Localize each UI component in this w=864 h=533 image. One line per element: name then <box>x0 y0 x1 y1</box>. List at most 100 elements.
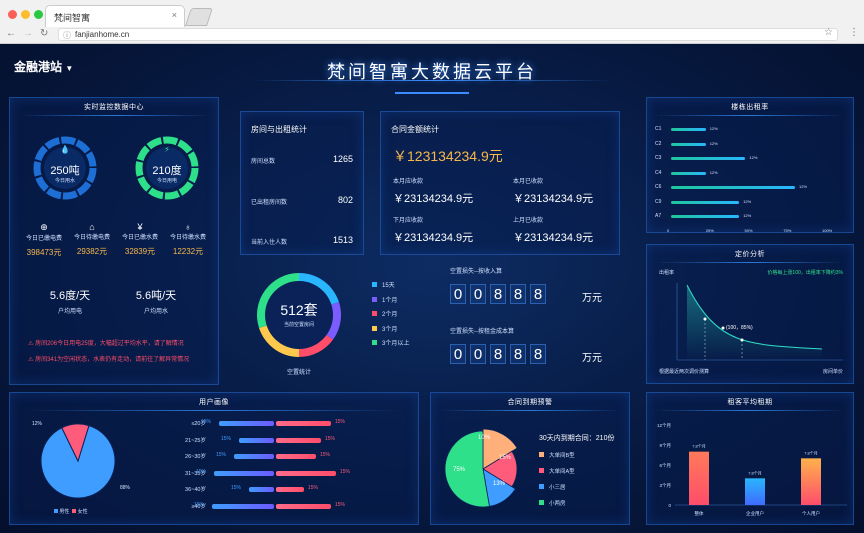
menu-kebab-icon[interactable]: ⋮ <box>849 27 859 38</box>
water-label: 今日用水 <box>54 178 75 184</box>
female-bar <box>276 437 321 443</box>
browser-tab[interactable]: 梵间智寓 × <box>45 5 185 27</box>
contract-title: 合同金额统计 <box>391 125 439 134</box>
lease-bar-label: 7.8个月 <box>804 450 818 455</box>
vacancy-center-value: 512套 <box>280 302 318 318</box>
lease-category-label: 企业用户 <box>746 510 764 517</box>
back-arrow-icon[interactable]: ← <box>6 28 16 39</box>
address-bar[interactable]: ⓘ fanjianhome.cn <box>58 28 838 41</box>
building-value-label: 12% <box>709 140 718 146</box>
building-name: C9 <box>655 198 662 205</box>
lease-category-label: 个人用户 <box>802 510 820 517</box>
lease-bar <box>745 478 765 505</box>
building-bar <box>671 215 740 218</box>
counter-digit: 8 <box>490 284 506 304</box>
male-value: 15% <box>216 452 227 458</box>
legend-swatch <box>539 468 544 473</box>
building-axis-tick: 25% <box>705 228 714 233</box>
gender-legend: 男性 女性 <box>54 508 88 515</box>
contract-item-value: ￥23134234.9元 <box>393 232 474 244</box>
room-row-label: 房间总数 <box>251 159 276 165</box>
contract-item-value: ￥23134234.9元 <box>513 193 594 205</box>
lease-bar-label: 7.8个月 <box>692 444 706 449</box>
lease-bar <box>689 451 709 505</box>
legend-label: 大单间A型 <box>549 469 575 475</box>
building-name: A7 <box>655 213 662 219</box>
search-money-icon: ⊕ <box>40 222 48 232</box>
building-name: C2 <box>655 140 662 147</box>
water-drop-icon: 💧 <box>60 145 70 154</box>
pricing-xlabel-right: 房间单价 <box>822 369 843 375</box>
legend-swatch <box>372 296 377 302</box>
building-value-label: 12% <box>799 184 808 189</box>
monitor-panel: 实时监控数据中心 💧 250吨 今日用水 ⚡ 210度 今日用电 ⊕ 今日已缴电费… <box>9 97 219 385</box>
male-value: 15% <box>221 435 232 442</box>
url-text: fanjianhome.cn <box>75 30 130 39</box>
room-row-value: 1513 <box>332 235 353 245</box>
users-title: 用户画像 <box>10 397 418 411</box>
water-drop-outline-icon: ♁ <box>184 222 192 232</box>
alert-item[interactable]: ⚠ 房间341为空闲状态，水表仍有走动，请前往了解异常情况 <box>28 354 189 363</box>
close-tab-icon[interactable]: × <box>172 10 177 20</box>
pricing-xlabel-left: 根据最近两次调价测算 <box>659 369 710 375</box>
legend-item: 3个月以上 <box>372 338 409 347</box>
legend-label: 2个月 <box>382 312 398 318</box>
room-row-value: 1265 <box>332 154 353 164</box>
expiry-pie-label: 10% <box>478 435 491 441</box>
building-bar <box>671 171 706 175</box>
male-value: 15% <box>201 419 212 425</box>
male-bar <box>212 503 274 509</box>
age-label: 36~40岁 <box>185 487 206 493</box>
vacancy-caption: 空置统计 <box>286 370 311 376</box>
counter-digit: 0 <box>450 284 466 304</box>
female-value: 15% <box>340 468 351 475</box>
forward-arrow-icon[interactable]: → <box>23 28 33 39</box>
minimize-window-button[interactable] <box>21 10 30 19</box>
info-icon: ⓘ <box>63 31 71 40</box>
loss-income-title: 空置损失--按收入算 <box>450 269 502 275</box>
new-tab-button[interactable] <box>185 8 213 26</box>
expiry-pie-label: 13% <box>493 481 506 487</box>
contract-panel: 合同金额统计 ￥123134234.9元 本月应收款 ￥23134234.9元 … <box>380 111 620 255</box>
pie-slice <box>444 430 490 508</box>
alert-item[interactable]: ⚠ 房间206今日用电25度，大幅超过平均水平，请了解情况 <box>28 338 184 347</box>
building-name: C6 <box>655 184 662 190</box>
fee-stat: ⌂ 今日待缴电费 29382元 <box>68 222 116 257</box>
building-axis-tick: 75% <box>783 228 792 233</box>
bookmark-star-icon[interactable]: ☆ <box>824 27 833 38</box>
lease-axis-tick: 6个月 <box>659 463 671 469</box>
building-axis-tick: 50% <box>744 228 753 233</box>
male-bar <box>214 470 274 476</box>
lease-axis-tick: 9个月 <box>659 443 671 449</box>
loss-cost-unit: 万元 <box>582 353 602 364</box>
male-bar <box>239 437 274 443</box>
power-value: 210度 <box>152 165 182 177</box>
pricing-curve <box>676 283 843 361</box>
building-bar-chart: C1 12% C2 12% C3 12% C4 12% C6 12% C9 12% A7 12% 0 25% 5… <box>647 98 855 234</box>
power-label: 今日用电 <box>156 178 177 184</box>
legend-swatch <box>539 452 544 457</box>
contract-item-label: 上月已收款 <box>513 218 544 224</box>
maximize-window-button[interactable] <box>34 10 43 19</box>
close-window-button[interactable] <box>8 10 17 19</box>
lease-axis-tick: 3个月 <box>659 483 671 489</box>
expiry-pie-label: 75% <box>453 467 466 473</box>
counter-digit: 8 <box>530 344 546 364</box>
counter-digit: 0 <box>450 344 466 364</box>
avg-water-label: 户均用水 <box>143 309 168 315</box>
gender-pie-chart <box>40 423 116 499</box>
female-bar <box>276 503 331 509</box>
age-label: 26~30岁 <box>185 454 206 460</box>
female-value: 15% <box>325 435 336 442</box>
lightning-icon: ⚡ <box>164 145 170 154</box>
dashboard-screen: 金融港站 ▼ 梵间智寓大数据云平台 实时监控数据中心 💧 250吨 今日用水 ⚡… <box>0 44 864 533</box>
expiry-pie-label: 15% <box>499 455 512 461</box>
female-value: 15% <box>308 485 319 491</box>
legend-swatch <box>372 340 377 345</box>
reload-icon[interactable]: ↻ <box>40 28 48 39</box>
building-bar <box>671 128 706 131</box>
yen-icon: ¥ <box>137 222 143 232</box>
legend-item: 15天 <box>372 280 395 289</box>
pie-label: 88% <box>120 485 131 491</box>
avg-water-value: 5.6吨/天 <box>135 290 177 302</box>
